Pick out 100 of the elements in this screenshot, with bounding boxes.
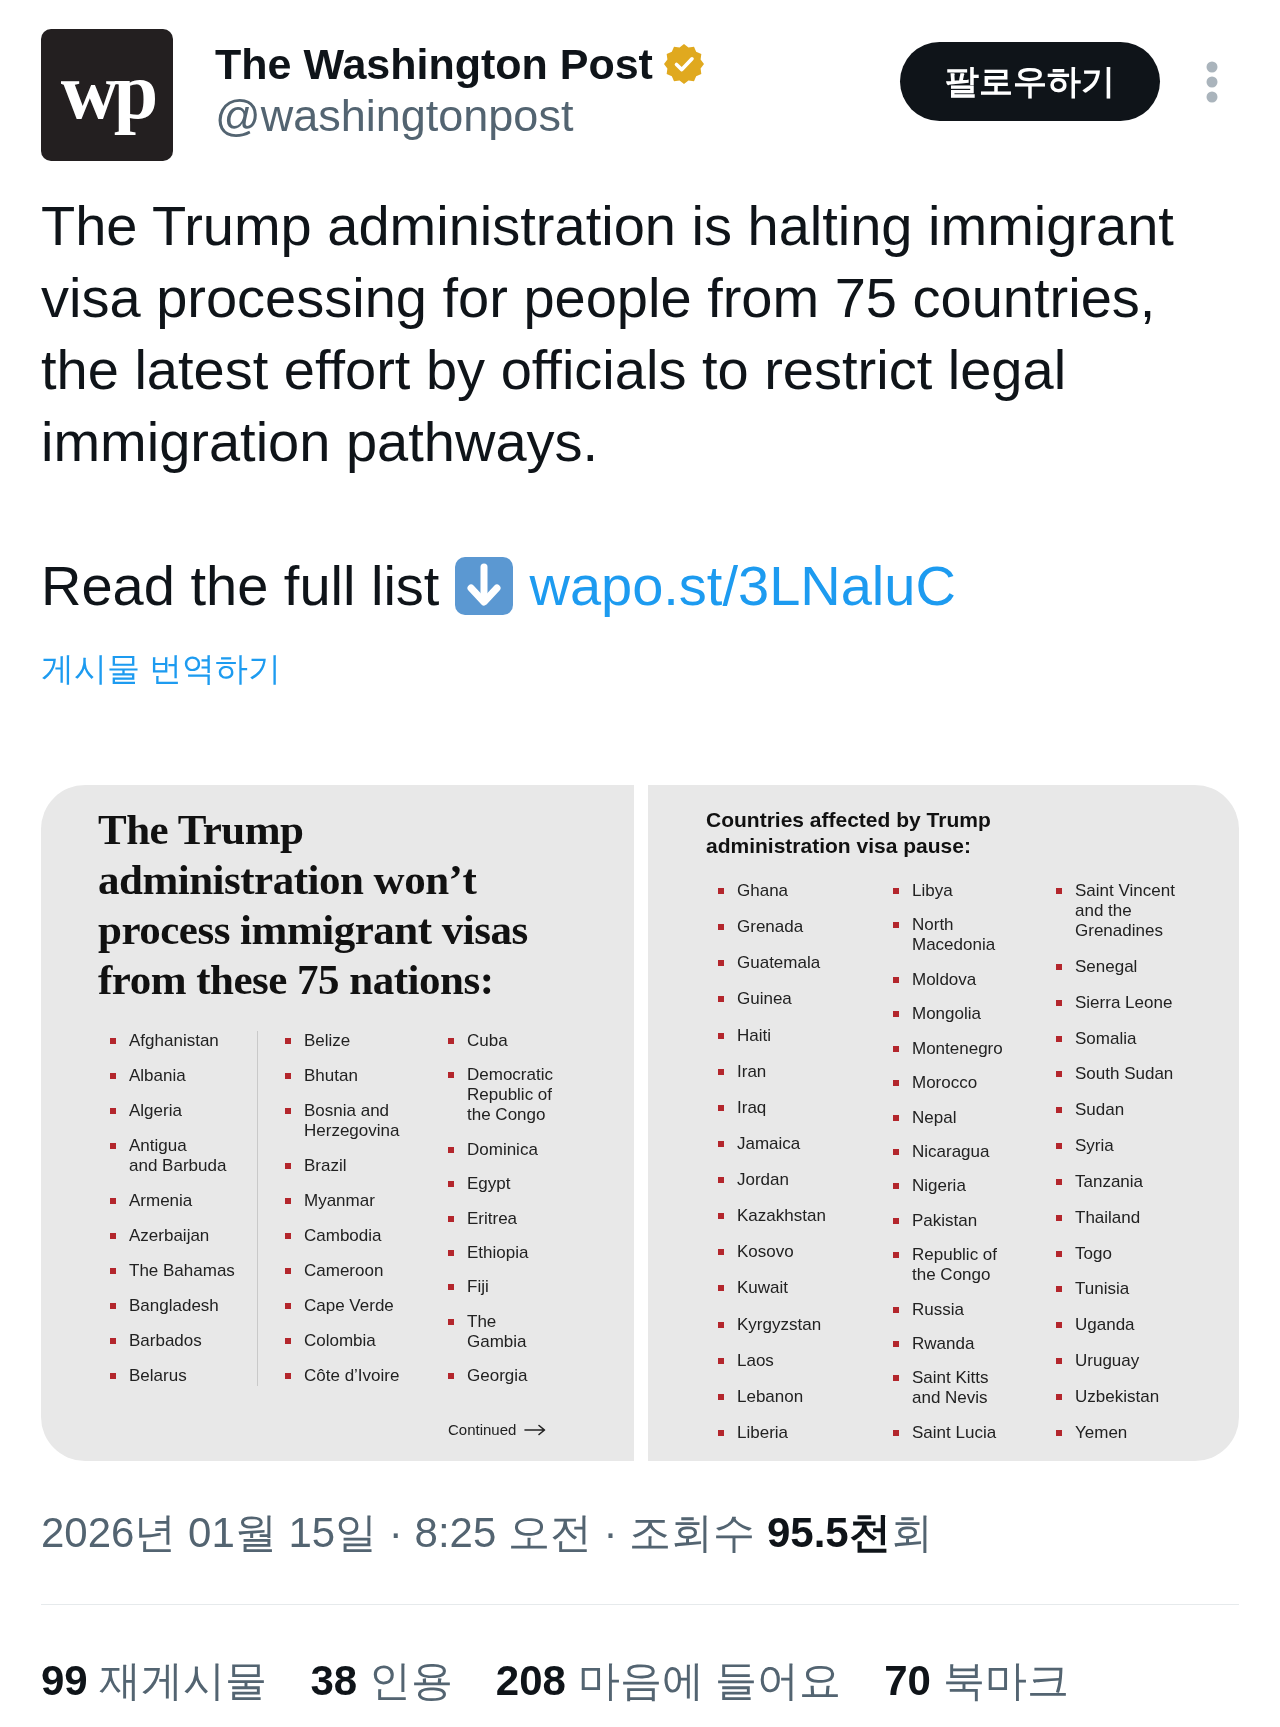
square-bullet-icon (1056, 1178, 1062, 1185)
country-name: Ethiopia (467, 1242, 529, 1263)
square-bullet-icon (285, 1373, 291, 1379)
country-name: Togo (1075, 1243, 1112, 1264)
square-bullet-icon (110, 1073, 116, 1079)
square-bullet-icon (110, 1268, 116, 1274)
square-bullet-icon (1056, 1071, 1062, 1078)
stat-link[interactable]: 70 북마크 (884, 1656, 1069, 1706)
country-name: Kosovo (737, 1242, 794, 1263)
country-name: Montenegro (912, 1038, 1003, 1059)
square-bullet-icon (448, 1284, 454, 1291)
country-name: Afghanistan (129, 1031, 219, 1051)
country-name: Somalia (1075, 1028, 1137, 1049)
stat-link[interactable]: 208 마음에 들어요 (495, 1656, 842, 1706)
country-name: Syria (1075, 1136, 1114, 1157)
country-name: Lebanon (737, 1386, 804, 1407)
country-name: Nepal (912, 1107, 957, 1128)
country-name: Uganda (1075, 1315, 1135, 1336)
post-timestamp: 2026년 01월 15일 · 8:25 오전 · 조회수 95.5천회 (41, 1508, 933, 1558)
country-name: Cape Verde (304, 1296, 394, 1316)
country-name: Grenada (737, 917, 804, 938)
country-name: Georgia (467, 1366, 528, 1386)
square-bullet-icon (893, 1183, 899, 1190)
stat-link[interactable]: 99 재게시물 (41, 1656, 268, 1706)
country-name: Sudan (1075, 1100, 1125, 1121)
square-bullet-icon (1056, 1393, 1062, 1400)
square-bullet-icon (1056, 1035, 1062, 1042)
country-name: Myanmar (304, 1191, 375, 1211)
country-name: Iraq (737, 1097, 767, 1118)
square-bullet-icon (718, 1249, 724, 1256)
logo-avatar[interactable]: wp (41, 29, 173, 161)
square-bullet-icon (110, 1233, 116, 1239)
country-name: Yemen (1075, 1422, 1128, 1443)
square-bullet-icon (1056, 1429, 1062, 1436)
author-name[interactable]: The Washington Post (215, 39, 653, 89)
square-bullet-icon (285, 1198, 291, 1204)
square-bullet-icon (893, 1114, 899, 1121)
post-text: The Trump administration is halting immigrant visa processing for people from 75 countries, the latest effort by officials to restrict legal immigration pathways. (41, 193, 1175, 475)
country-name: Antigua and Barbuda (129, 1136, 227, 1176)
country-name: Belarus (129, 1366, 187, 1386)
square-bullet-icon (718, 1285, 724, 1292)
square-bullet-icon (285, 1163, 291, 1169)
square-bullet-icon (110, 1303, 116, 1309)
square-bullet-icon (1056, 888, 1062, 894)
infographic-title: The Trump administration won’t process immigrant visas from these 75 nations: (98, 805, 529, 1005)
square-bullet-icon (893, 922, 899, 929)
author-handle[interactable]: @washingtonpost (215, 89, 574, 143)
right-arrow-icon (524, 1424, 547, 1436)
country-name: Cameroon (304, 1261, 384, 1281)
square-bullet-icon (110, 1108, 116, 1114)
more-options-icon[interactable] (1206, 60, 1218, 103)
square-bullet-icon (893, 1148, 899, 1155)
read-more-text: Read the full list (41, 553, 440, 619)
country-name: Saint Lucia (912, 1422, 997, 1443)
country-name: Belize (304, 1031, 351, 1051)
country-name: Pakistan (912, 1210, 978, 1231)
square-bullet-icon (110, 1373, 116, 1379)
square-bullet-icon (448, 1318, 454, 1325)
country-name: The Gambia (467, 1311, 527, 1352)
stat-link[interactable]: 38 인용 (310, 1656, 453, 1706)
square-bullet-icon (1056, 1322, 1062, 1329)
country-name: Tunisia (1075, 1279, 1130, 1300)
country-name: Nigeria (912, 1176, 966, 1197)
square-bullet-icon (1056, 1143, 1062, 1150)
country-name: Bhutan (304, 1066, 358, 1086)
square-bullet-icon (1056, 963, 1062, 970)
country-name: Guinea (737, 989, 792, 1010)
square-bullet-icon (718, 1068, 724, 1075)
square-bullet-icon (718, 1393, 724, 1400)
square-bullet-icon (1056, 1107, 1062, 1114)
country-name: Liberia (737, 1422, 789, 1443)
square-bullet-icon (285, 1038, 291, 1044)
square-bullet-icon (718, 1177, 724, 1183)
continued-label: Continued (448, 1420, 517, 1440)
country-name: Algeria (129, 1101, 182, 1121)
square-bullet-icon (110, 1038, 116, 1044)
country-name: Tanzania (1075, 1171, 1144, 1192)
square-bullet-icon (1056, 1358, 1062, 1365)
square-bullet-icon (285, 1268, 291, 1274)
square-bullet-icon (718, 996, 724, 1003)
square-bullet-icon (285, 1338, 291, 1344)
country-name: Jamaica (737, 1133, 801, 1154)
square-bullet-icon (718, 1213, 724, 1220)
square-bullet-icon (448, 1373, 454, 1379)
country-name: Eritrea (467, 1208, 518, 1229)
country-name: Saint Vincent and the Grenadines (1075, 881, 1175, 941)
square-bullet-icon (718, 1104, 724, 1111)
follow-button[interactable]: 팔로우하기 (900, 42, 1160, 121)
square-bullet-icon (448, 1215, 454, 1222)
country-name: Morocco (912, 1073, 978, 1094)
square-bullet-icon (893, 976, 899, 983)
country-name: Uzbekistan (1075, 1386, 1160, 1407)
square-bullet-icon (893, 1080, 899, 1087)
country-name: Rwanda (912, 1334, 975, 1355)
country-name: Mongolia (912, 1004, 981, 1025)
square-bullet-icon (893, 1252, 899, 1259)
square-bullet-icon (448, 1038, 454, 1044)
country-name: Libya (912, 881, 953, 901)
square-bullet-icon (110, 1338, 116, 1344)
country-name: Albania (129, 1066, 186, 1086)
